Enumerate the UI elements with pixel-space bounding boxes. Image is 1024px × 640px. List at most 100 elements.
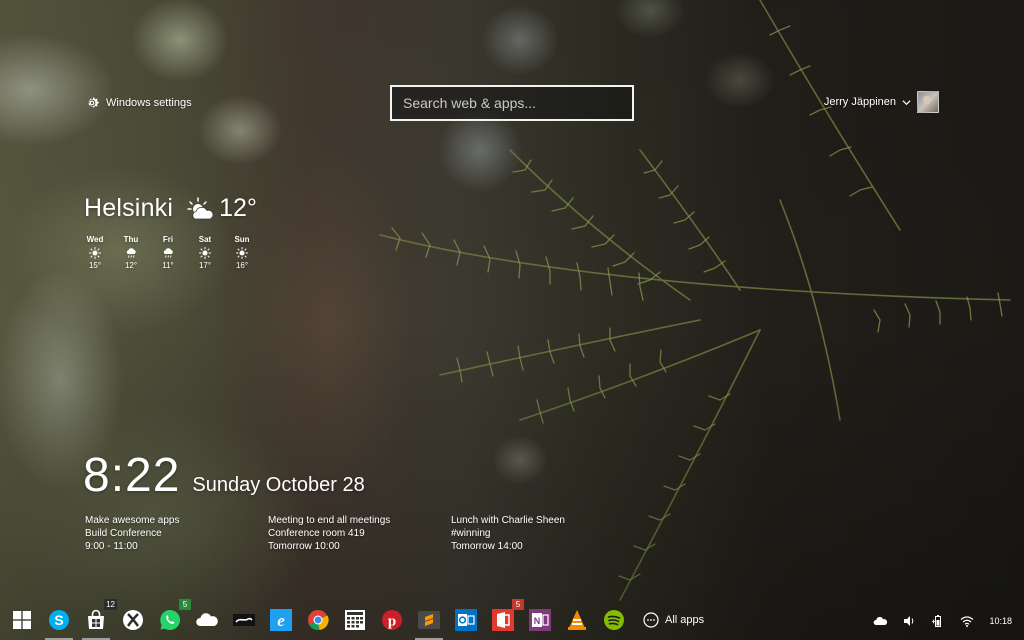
tray-clock[interactable]: 10:18 xyxy=(989,616,1012,626)
event-time: Tomorrow 10:00 xyxy=(268,541,340,552)
forecast-temp: 12° xyxy=(124,261,138,270)
taskbar-app-spotify[interactable] xyxy=(602,608,626,632)
outlook-icon xyxy=(455,609,477,631)
weather-city: Helsinki xyxy=(84,194,174,222)
svg-text:N: N xyxy=(534,616,541,626)
calendar-event[interactable]: Lunch with Charlie Sheen #winning Tomorr… xyxy=(451,514,634,553)
forecast-day-name: Wed xyxy=(86,235,104,244)
chrome-icon xyxy=(308,610,329,631)
spotify-icon xyxy=(604,610,624,630)
sun-icon xyxy=(199,247,211,259)
partly-cloudy-icon xyxy=(187,196,214,219)
clock-time: 8:22 xyxy=(83,449,181,502)
skype-icon: S xyxy=(49,610,69,630)
svg-text:p: p xyxy=(388,614,396,630)
volume-icon[interactable] xyxy=(902,614,916,628)
event-location: Build Conference xyxy=(85,528,162,539)
windows-settings-label: Windows settings xyxy=(106,97,192,109)
event-title: Meeting to end all meetings xyxy=(268,515,391,526)
calendar-icon xyxy=(345,610,365,630)
sun-icon xyxy=(236,247,248,259)
taskbar-app-pinterest[interactable]: p xyxy=(380,608,404,632)
taskbar-app-outlook[interactable] xyxy=(454,608,478,632)
internet-explorer-icon: e xyxy=(270,609,292,631)
taskbar-app-store[interactable]: 12 xyxy=(82,599,117,640)
weather-forecast: Wed 15° Thu 12° Fri 11° Sat 17° Sun 16° xyxy=(84,235,268,270)
forecast-day: Wed 15° xyxy=(84,235,120,270)
forecast-temp: 11° xyxy=(162,261,174,270)
forecast-day-name: Sat xyxy=(198,235,212,244)
notification-badge: 12 xyxy=(104,599,117,610)
forecast-day: Thu 12° xyxy=(120,235,157,270)
user-name: Jerry Jäppinen xyxy=(823,96,896,108)
notification-badge: 5 xyxy=(179,599,191,610)
forecast-day-name: Sun xyxy=(234,235,250,244)
taskbar: S 12 5 e p 5 N All apps 10:18 xyxy=(0,599,1024,640)
event-location: Conference room 419 xyxy=(268,528,365,539)
vlc-icon xyxy=(568,610,586,630)
event-title: Lunch with Charlie Sheen xyxy=(451,515,565,526)
notification-badge: 5 xyxy=(512,599,524,610)
forecast-day: Fri 11° xyxy=(157,235,194,270)
taskbar-app-steam[interactable] xyxy=(232,608,256,632)
gear-icon xyxy=(88,97,99,108)
taskbar-app-skype[interactable]: S xyxy=(45,608,73,640)
event-time: Tomorrow 14:00 xyxy=(451,541,523,552)
upcoming-events: Make awesome apps Build Conference 9:00 … xyxy=(85,514,634,553)
all-apps-button[interactable]: All apps xyxy=(643,612,704,628)
windows-start-icon xyxy=(13,611,31,629)
event-time: 9:00 - 11:00 xyxy=(85,541,138,552)
sun-icon xyxy=(89,247,101,259)
rain-icon xyxy=(163,248,173,258)
forecast-temp: 17° xyxy=(198,261,212,270)
forecast-temp: 16° xyxy=(235,261,249,270)
taskbar-app-onedrive[interactable] xyxy=(195,608,219,632)
pinterest-icon: p xyxy=(382,610,402,630)
sublime-text-icon xyxy=(418,611,440,629)
user-account-menu[interactable]: Jerry Jäppinen xyxy=(824,91,939,113)
taskbar-app-calendar[interactable] xyxy=(343,608,367,632)
battery-icon[interactable] xyxy=(931,614,945,628)
steam-icon xyxy=(233,614,255,626)
taskbar-app-chrome[interactable] xyxy=(306,608,330,632)
forecast-day: Sun 16° xyxy=(231,235,268,270)
taskbar-app-sublime-text[interactable] xyxy=(415,608,443,640)
current-weather: 12° xyxy=(187,194,257,223)
taskbar-app-vlc[interactable] xyxy=(565,608,589,632)
taskbar-app-onenote[interactable]: N xyxy=(528,608,552,632)
xbox-icon xyxy=(123,610,143,630)
calendar-event[interactable]: Meeting to end all meetings Conference r… xyxy=(268,514,451,553)
forecast-day: Sat 17° xyxy=(194,235,231,270)
forecast-day-name: Fri xyxy=(162,235,174,244)
current-temperature: 12° xyxy=(219,194,257,222)
rain-icon xyxy=(126,248,136,258)
wifi-icon[interactable] xyxy=(960,614,974,628)
weather-widget[interactable]: Helsinki 12° Wed 15° Thu 12° Fri 11° Sat… xyxy=(84,194,268,270)
onedrive-tray-icon[interactable] xyxy=(873,614,888,628)
search-input[interactable] xyxy=(390,85,634,121)
taskbar-app-internet-explorer[interactable]: e xyxy=(269,608,293,632)
event-title: Make awesome apps xyxy=(85,515,180,526)
forecast-temp: 15° xyxy=(88,261,102,270)
clock-date: Sunday October 28 xyxy=(192,474,365,496)
system-tray: 10:18 xyxy=(873,614,1012,628)
calendar-event[interactable]: Make awesome apps Build Conference 9:00 … xyxy=(85,514,268,553)
start-button[interactable] xyxy=(10,608,34,632)
chevron-down-icon xyxy=(902,99,911,105)
svg-text:S: S xyxy=(54,612,63,628)
more-icon xyxy=(643,612,659,628)
taskbar-app-xbox[interactable] xyxy=(121,608,145,632)
event-location: #winning xyxy=(451,528,491,539)
svg-text:e: e xyxy=(277,611,285,630)
office-icon xyxy=(492,609,514,631)
onenote-icon: N xyxy=(529,609,551,631)
avatar[interactable] xyxy=(917,91,939,113)
taskbar-app-whatsapp[interactable]: 5 xyxy=(158,599,191,632)
onedrive-icon xyxy=(196,613,218,626)
taskbar-app-office[interactable]: 5 xyxy=(491,599,524,632)
windows-settings-link[interactable]: Windows settings xyxy=(84,95,192,111)
forecast-day-name: Thu xyxy=(123,235,139,244)
clock-widget[interactable]: 8:22 Sunday October 28 xyxy=(83,452,365,500)
store-icon xyxy=(88,609,104,629)
whatsapp-icon xyxy=(160,610,180,631)
